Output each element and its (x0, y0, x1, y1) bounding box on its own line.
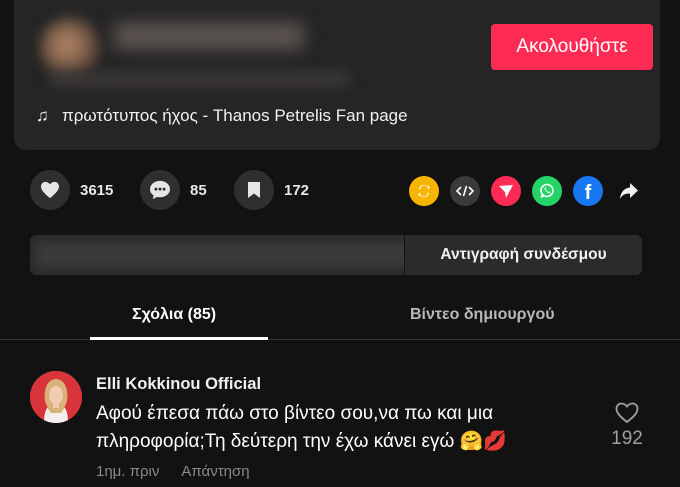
author-subtitle-blurred (50, 72, 350, 86)
comment-count: 85 (190, 181, 207, 199)
send-icon[interactable] (491, 176, 521, 206)
whatsapp-icon[interactable] (532, 176, 562, 206)
comment-like[interactable]: 192 (606, 402, 648, 450)
music-note-icon: ♫ (36, 106, 49, 125)
comment-text: Αφού έπεσα πάω στο βίντεο σου,να πω και … (96, 403, 507, 452)
bookmark-icon[interactable] (234, 170, 274, 210)
heart-icon[interactable] (30, 170, 70, 210)
share-link-row: Αντιγραφή συνδέσμου (30, 235, 642, 275)
comment-meta: 1ημ. πριν Απάντηση (96, 463, 250, 480)
author-avatar-blurred[interactable] (40, 18, 100, 78)
like-count: 3615 (80, 181, 114, 199)
music-link[interactable]: ♫ πρωτότυπος ήχος - Thanos Petrelis Fan … (36, 106, 408, 126)
tab-creator-videos[interactable]: Βίντεο δημιουργού (410, 306, 555, 324)
share-arrow-icon[interactable] (614, 176, 644, 206)
action-bar: 3615 85 172 f (30, 170, 650, 212)
music-label: πρωτότυπος ήχος - Thanos Petrelis Fan pa… (62, 106, 408, 125)
active-tab-indicator (90, 337, 268, 340)
facebook-icon[interactable]: f (573, 176, 603, 206)
tab-comments[interactable]: Σχόλια (85) (132, 306, 216, 324)
embed-icon[interactable] (450, 176, 480, 206)
avatar[interactable] (30, 371, 82, 423)
heart-outline-icon[interactable] (615, 402, 639, 424)
comment-like-count: 192 (611, 428, 643, 449)
follow-button[interactable]: Ακολουθήστε (491, 24, 653, 70)
reply-button[interactable]: Απάντηση (181, 463, 249, 480)
save-action[interactable]: 172 (234, 170, 309, 210)
comment-icon[interactable] (140, 170, 180, 210)
comment-time: 1ημ. πριν (96, 463, 160, 480)
content-tabs: Σχόλια (85) Βίντεο δημιουργού (0, 292, 680, 340)
repost-icon[interactable] (409, 176, 439, 206)
author-card: Ακολουθήστε ♫ πρωτότυπος ήχος - Thanos P… (14, 0, 660, 150)
link-url-blurred[interactable] (36, 243, 424, 267)
like-action[interactable]: 3615 (30, 170, 113, 210)
save-count: 172 (284, 181, 310, 199)
comment-author[interactable]: Elli Kokkinou Official (96, 375, 261, 394)
author-name-blurred[interactable] (114, 22, 304, 50)
copy-link-button[interactable]: Αντιγραφή συνδέσμου (404, 235, 642, 275)
comment-item: Elli Kokkinou Official Αφού έπεσα πάω στ… (0, 360, 680, 487)
comment-action[interactable]: 85 (140, 170, 207, 210)
